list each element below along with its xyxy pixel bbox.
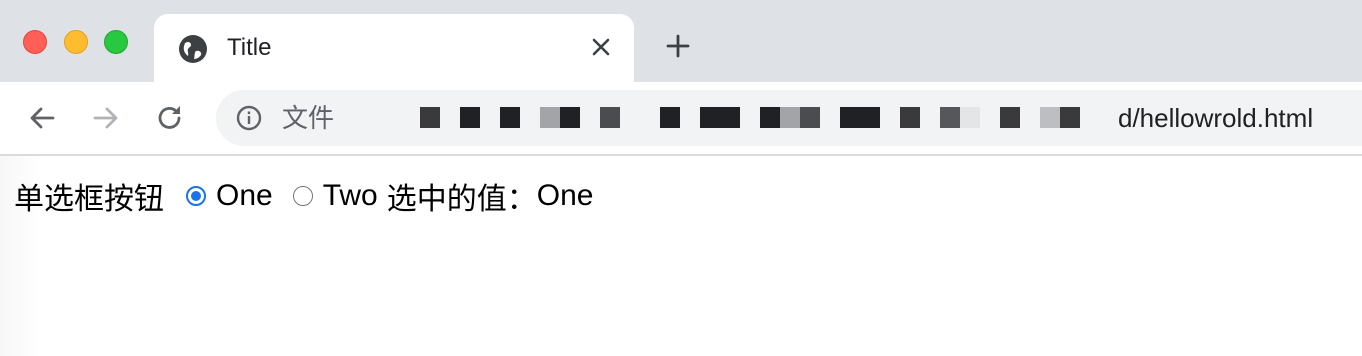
selected-value: One <box>536 179 594 212</box>
radio-one[interactable] <box>186 186 206 206</box>
info-icon[interactable] <box>236 105 262 131</box>
address-bar[interactable]: 文件 d/hellowrold.html <box>216 90 1362 146</box>
new-tab-button[interactable] <box>666 34 690 58</box>
globe-icon <box>179 35 207 63</box>
redacted-url-path <box>420 107 1120 129</box>
radio-group-label: 单选框按钮 <box>14 183 164 216</box>
back-arrow-icon[interactable] <box>26 102 58 134</box>
tab-strip: Title <box>0 0 1362 82</box>
radio-group-row: 单选框按钮 One Two 选中的值： One <box>14 178 594 216</box>
selected-value-label: 选中的值： <box>386 183 537 216</box>
window-zoom-button[interactable] <box>104 30 128 54</box>
url-text: d/hellowrold.html <box>1118 103 1314 133</box>
tab-title: Title <box>227 34 272 61</box>
page-content: 单选框按钮 One Two 选中的值： One <box>0 156 1362 356</box>
file-scheme-label: 文件 <box>282 103 335 133</box>
radio-two[interactable] <box>292 186 313 206</box>
forward-arrow-icon[interactable] <box>90 102 122 134</box>
radio-one-label: One <box>216 179 273 212</box>
radio-two-label: Two <box>322 179 378 212</box>
reload-icon[interactable] <box>154 102 186 134</box>
close-icon[interactable] <box>590 36 612 58</box>
window-minimize-button[interactable] <box>64 30 88 54</box>
window-close-button[interactable] <box>23 30 47 54</box>
browser-toolbar: 文件 d/hellowrold.html <box>0 82 1362 156</box>
browser-tab[interactable]: Title <box>154 14 634 82</box>
